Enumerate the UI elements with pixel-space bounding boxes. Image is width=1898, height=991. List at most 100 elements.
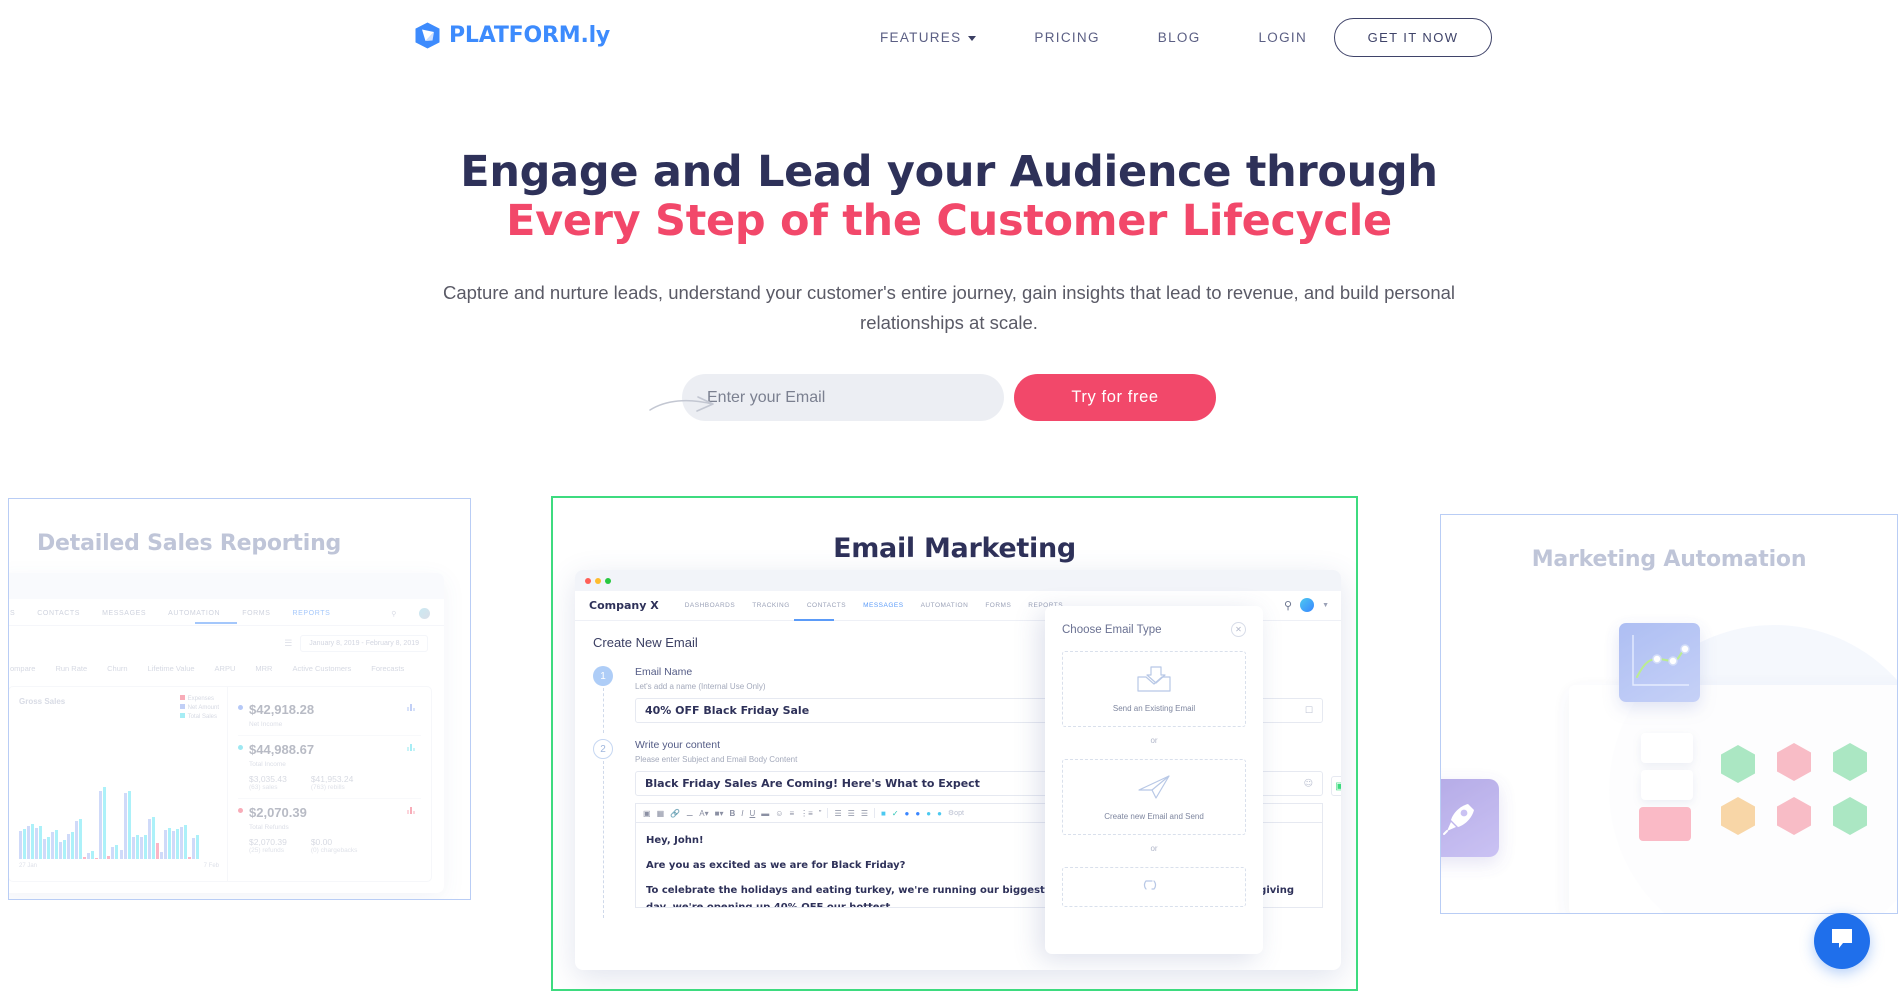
app-nav-forms[interactable]: FORMS <box>985 602 1011 609</box>
feature-cards: Detailed Sales Reporting S CONTACTS MESS… <box>0 496 1898 991</box>
chevron-down-icon[interactable]: ▼ <box>1322 602 1329 609</box>
app-nav-right: ⚲ ▼ <box>1284 598 1329 612</box>
choose-email-type-modal: Choose Email Type ✕ Send an Existing Ema… <box>1045 606 1263 954</box>
mock-window-bar <box>9 573 444 599</box>
dash-nav-reports[interactable]: REPORTS <box>292 610 330 617</box>
copy-icon[interactable]: ☐ <box>1305 706 1313 716</box>
step-number: 2 <box>593 739 613 759</box>
headline-line-2: Every Step of the Customer Lifecycle <box>506 196 1392 246</box>
option-create-new-email[interactable]: Create new Email and Send <box>1062 759 1246 835</box>
attachment-icon[interactable]: ● <box>926 809 931 818</box>
nav-item-pricing[interactable]: PRICING <box>1034 22 1099 53</box>
card-email-marketing[interactable]: Email Marketing Company X DASHBOARDS TRA… <box>551 496 1358 991</box>
insert-file-icon[interactable]: ▣ <box>1331 776 1341 796</box>
dash-nav-automation[interactable]: AUTOMATION <box>168 610 220 617</box>
avatar[interactable] <box>419 608 430 619</box>
get-it-now-button[interactable]: GET IT NOW <box>1334 18 1492 57</box>
try-for-free-button[interactable]: Try for free <box>1014 374 1216 421</box>
app-nav-dashboards[interactable]: DASHBOARDS <box>685 602 736 609</box>
stat-amount: $44,988.67 <box>249 742 315 757</box>
modal-title: Choose Email Type <box>1062 623 1162 636</box>
close-icon[interactable] <box>585 577 591 584</box>
spell-check-icon[interactable]: ✓ <box>892 809 899 818</box>
highlight-icon[interactable]: ■▾ <box>715 809 724 818</box>
underline-icon[interactable]: U <box>750 809 756 818</box>
link-email-icon <box>1136 873 1172 902</box>
emoji-picker-icon[interactable]: ☺ <box>775 809 783 818</box>
nav-item-login[interactable]: LOGIN <box>1259 22 1308 53</box>
dash-nav-contacts[interactable]: CONTACTS <box>37 610 80 617</box>
avatar[interactable] <box>1300 598 1315 612</box>
brand-logo[interactable]: PLATFORM.ly <box>413 21 610 50</box>
report-tab-compare[interactable]: ompare <box>10 664 35 673</box>
search-icon[interactable]: ⚲ <box>1284 599 1292 612</box>
maximize-icon[interactable] <box>605 577 611 584</box>
link-icon[interactable]: 🔗 <box>670 809 680 818</box>
emoji-icon[interactable]: ☺ <box>1304 779 1313 789</box>
filter-icon[interactable]: ☰ <box>284 638 292 649</box>
info-icon[interactable]: ● <box>905 809 910 818</box>
app-nav-messages[interactable]: MESSAGES <box>863 602 903 609</box>
report-tab-arpu[interactable]: ARPU <box>215 664 236 673</box>
landing-page: PLATFORM.ly FEATURES PRICING BLOG LOGIN … <box>0 0 1898 991</box>
ordered-list-icon[interactable]: ≡ <box>789 809 794 818</box>
site-header: PLATFORM.ly FEATURES PRICING BLOG LOGIN … <box>0 0 1898 75</box>
app-nav-links: DASHBOARDS TRACKING CONTACTS MESSAGES AU… <box>685 602 1063 609</box>
quote-icon[interactable]: ” <box>819 809 822 818</box>
step-1-marker: 1 <box>593 666 635 733</box>
flow-node-card <box>1641 733 1693 763</box>
card-marketing-automation[interactable]: Marketing Automation <box>1440 514 1898 914</box>
legend-total-sales: Total Sales <box>187 714 217 720</box>
bold-icon[interactable]: B <box>729 809 735 818</box>
text-color-icon[interactable]: A▾ <box>699 809 708 818</box>
align-right-icon[interactable]: ☰ <box>861 809 868 818</box>
option-send-existing-email[interactable]: Send an Existing Email <box>1062 651 1246 727</box>
nav-item-features[interactable]: FEATURES <box>880 22 977 53</box>
option-third-partial[interactable] <box>1062 867 1246 907</box>
date-range-picker[interactable]: January 8, 2019 - February 8, 2019 <box>300 635 428 652</box>
option-label: Send an Existing Email <box>1112 704 1196 713</box>
dash-nav-forms[interactable]: FORMS <box>242 610 270 617</box>
align-center-icon[interactable]: ☰ <box>848 809 855 818</box>
image-icon[interactable]: ▣ <box>643 809 651 818</box>
app-nav-contacts[interactable]: CONTACTS <box>807 602 846 609</box>
option-label: Create new Email and Send <box>1104 812 1204 821</box>
app-nav-tracking[interactable]: TRACKING <box>752 602 790 609</box>
card-detailed-sales-reporting[interactable]: Detailed Sales Reporting S CONTACTS MESS… <box>8 498 471 900</box>
report-tab-mrr[interactable]: MRR <box>255 664 272 673</box>
dash-nav-messages[interactable]: MESSAGES <box>102 610 146 617</box>
align-left-icon[interactable]: ☰ <box>834 809 841 818</box>
stat-net-income: $42,918.28 Net Income <box>238 696 421 736</box>
close-icon[interactable]: ✕ <box>1231 622 1246 637</box>
dash-nav-0[interactable]: S <box>10 610 15 617</box>
email-app-mock: Company X DASHBOARDS TRACKING CONTACTS M… <box>575 570 1341 970</box>
arrow-doodle-icon <box>648 392 716 418</box>
strikethrough-icon[interactable]: ▬ <box>761 809 769 818</box>
report-tab-run-rate[interactable]: Run Rate <box>55 664 87 673</box>
preview-icon[interactable]: ● <box>937 809 942 818</box>
step-connector <box>602 688 604 733</box>
unlink-icon[interactable]: ⚊ <box>686 809 693 818</box>
report-tab-lifetime-value[interactable]: Lifetime Value <box>148 664 195 673</box>
bar-chart-icon <box>407 807 415 814</box>
search-icon[interactable]: ⚲ <box>391 610 397 618</box>
chat-widget-button[interactable] <box>1814 913 1870 969</box>
report-tab-churn[interactable]: Churn <box>107 664 127 673</box>
video-icon[interactable]: ▦ <box>657 809 665 818</box>
email-input[interactable] <box>682 374 1004 421</box>
nav-item-blog[interactable]: BLOG <box>1158 22 1201 53</box>
merge-tag-icon[interactable]: ■ <box>881 809 886 818</box>
italic-icon[interactable]: I <box>741 809 743 818</box>
more-options-icon[interactable]: ⚙opt <box>948 809 964 817</box>
report-tab-active-customers[interactable]: Active Customers <box>292 664 351 673</box>
report-tab-forecasts[interactable]: Forecasts <box>371 664 404 673</box>
minimize-icon[interactable] <box>595 577 601 584</box>
stat-kv-value: $0.00 <box>310 837 333 847</box>
legend-net-amount: Net Amount <box>187 705 219 711</box>
stat-total-refunds: $2,070.39 Total Refunds $2,070.39 (25) re… <box>238 799 421 861</box>
social-icon[interactable]: ● <box>915 809 920 818</box>
app-nav-automation[interactable]: AUTOMATION <box>921 602 969 609</box>
axis-label-left: 27 Jan <box>19 863 38 869</box>
stat-breakdown: $3,035.43 (63) sales $41,953.24 (763) rebi… <box>249 774 421 791</box>
unordered-list-icon[interactable]: ⋮≡ <box>800 809 813 818</box>
